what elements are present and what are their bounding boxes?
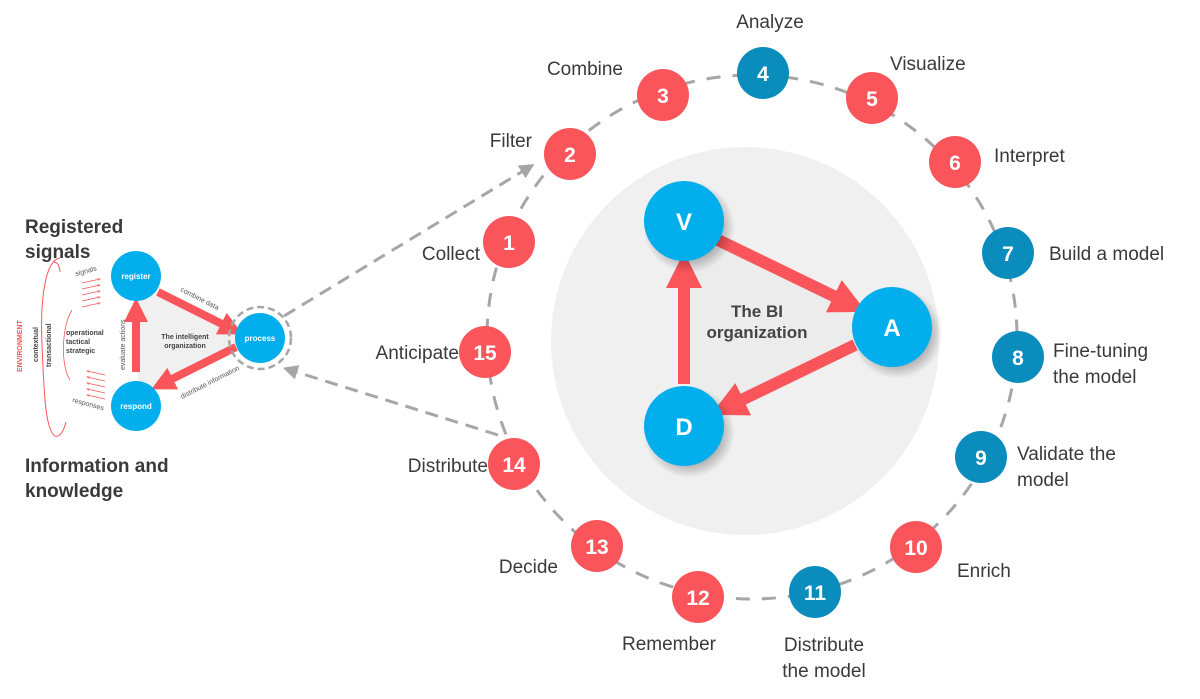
transactional-label: transactional: [46, 323, 53, 367]
step-label: Enrich: [957, 561, 1011, 582]
step-label: Visualize: [890, 54, 966, 75]
evaluate-actions-label: evaluate actions: [120, 319, 127, 370]
step-number: 9: [975, 447, 987, 470]
step-label: Interpret: [994, 146, 1065, 167]
level-strategic: strategic: [66, 348, 95, 355]
intelligent-organization-diagram: Registered signals Information and knowl…: [17, 217, 293, 502]
cycle-step-14: 14 Distribute: [408, 438, 540, 490]
environment-label: ENVIRONMENT: [17, 320, 24, 372]
bi-core-label-line2: organization: [706, 323, 807, 342]
step-number: 15: [473, 342, 497, 365]
step-number: 6: [949, 152, 961, 175]
heading-registered-line1: Registered: [25, 217, 123, 238]
step-number: 1: [503, 232, 515, 255]
bi-cycle-diagram: Registered signals Information and knowl…: [17, 12, 1164, 682]
heading-information-line2: knowledge: [25, 481, 123, 502]
node-register-label: register: [121, 272, 150, 281]
node-process-label: process: [245, 334, 276, 343]
level-operational: operational: [66, 330, 104, 337]
node-v-label: V: [676, 209, 692, 236]
node-d-label: D: [675, 414, 692, 441]
step-label: Distribute: [408, 456, 488, 477]
step-label: Analyze: [736, 12, 804, 33]
cycle-step-5: 5 Visualize: [846, 54, 966, 124]
node-respond-label: respond: [120, 402, 152, 411]
step-number: 14: [502, 454, 526, 477]
step-label: model: [1017, 470, 1069, 491]
cycle-step-6: 6 Interpret: [929, 136, 1065, 188]
cycle-step-10: 10 Enrich: [890, 521, 1011, 582]
step-label: Validate the: [1017, 444, 1116, 465]
cycle-step-9: 9 Validate the model: [955, 431, 1116, 491]
cycle-step-13: 13 Decide: [499, 520, 623, 578]
bi-core-label-line1: The BI: [731, 302, 783, 321]
step-number: 8: [1012, 347, 1024, 370]
responses-label: responses: [71, 397, 104, 412]
level-tactical: tactical: [66, 339, 90, 346]
intelligent-org-line1: The intelligent: [161, 334, 209, 341]
environment-bracket-top: [53, 261, 61, 273]
step-number: 13: [585, 536, 608, 559]
intelligent-org-line2: organization: [164, 343, 206, 350]
zoom-connector-bottom: [282, 365, 499, 437]
node-a-label: A: [883, 315, 900, 342]
step-label: Anticipate: [376, 343, 459, 364]
responses-arrows: [87, 371, 106, 400]
step-label: the model: [1053, 367, 1136, 388]
step-label: Filter: [490, 131, 533, 152]
step-label: Distribute: [784, 635, 864, 656]
step-label: Decide: [499, 557, 558, 578]
step-label: Combine: [547, 59, 623, 80]
step-number: 10: [904, 537, 927, 560]
signals-label: signals: [75, 265, 98, 278]
step-number: 2: [564, 144, 576, 167]
contextual-label: contextual: [33, 327, 40, 362]
step-number: 11: [804, 582, 827, 605]
cycle-step-2: 2 Filter: [490, 128, 596, 180]
cycle-step-15: 15 Anticipate: [376, 326, 511, 378]
cycle-step-7: 7 Build a model: [982, 227, 1164, 279]
step-number: 5: [866, 88, 878, 111]
step-label: Build a model: [1049, 244, 1164, 265]
step-label: Fine-tuning: [1053, 341, 1148, 362]
step-number: 4: [757, 63, 769, 86]
cycle-step-8: 8 Fine-tuning the model: [992, 331, 1148, 388]
step-number: 3: [657, 85, 669, 108]
step-number: 7: [1002, 243, 1014, 266]
step-label: Collect: [422, 244, 481, 265]
step-label: Remember: [622, 634, 717, 655]
cycle-step-4: 4 Analyze: [736, 12, 804, 99]
step-label: the model: [782, 661, 865, 682]
signals-arrows: [81, 279, 100, 308]
step-number: 12: [686, 587, 709, 610]
heading-registered-line2: signals: [25, 242, 90, 263]
cycle-step-11: 11 Distribute the model: [782, 566, 866, 682]
cycle-step-12: 12 Remember: [622, 571, 724, 655]
heading-information-line1: Information and: [25, 456, 169, 477]
